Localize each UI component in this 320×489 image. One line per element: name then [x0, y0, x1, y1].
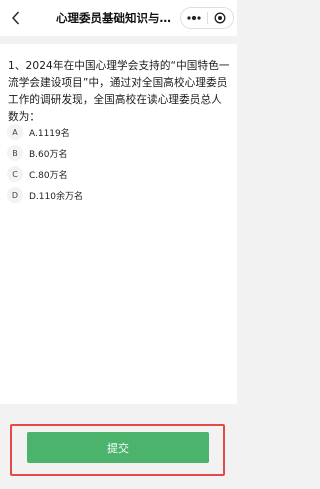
option-letter: B — [7, 145, 23, 161]
option-letter: A — [7, 124, 23, 140]
option-label: D.110余万名 — [29, 191, 83, 202]
back-button[interactable] — [7, 9, 23, 27]
more-dots-icon — [187, 15, 201, 21]
footer: 提交 — [0, 404, 237, 489]
option-c[interactable]: C C.80万名 — [7, 164, 227, 184]
nav-bar: 心理委员基础知识与实… — [0, 0, 237, 36]
option-label: C.80万名 — [29, 170, 68, 181]
option-label: B.60万名 — [29, 149, 68, 160]
chevron-left-icon — [11, 11, 19, 25]
mini-program-capsule — [180, 7, 234, 29]
option-label: A.1119名 — [29, 128, 70, 139]
submit-button[interactable]: 提交 — [27, 432, 209, 463]
question-text: 1、2024年在中国心理学会支持的“中国特色一流学会建设项目”中，通过对全国高校… — [8, 60, 230, 123]
page-title: 心理委员基础知识与实… — [56, 11, 174, 25]
option-d[interactable]: D D.110余万名 — [7, 185, 227, 205]
close-mini-program-button[interactable] — [208, 8, 234, 28]
option-a[interactable]: A A.1119名 — [7, 122, 227, 142]
option-list: A A.1119名 B B.60万名 C C.80万名 D D.110余万名 — [7, 122, 227, 206]
target-close-icon — [214, 12, 226, 24]
option-letter: D — [7, 187, 23, 203]
option-b[interactable]: B B.60万名 — [7, 143, 227, 163]
option-letter: C — [7, 166, 23, 182]
question-card: 1、2024年在中国心理学会支持的“中国特色一流学会建设项目”中，通过对全国高校… — [0, 44, 237, 404]
more-button[interactable] — [181, 8, 207, 28]
